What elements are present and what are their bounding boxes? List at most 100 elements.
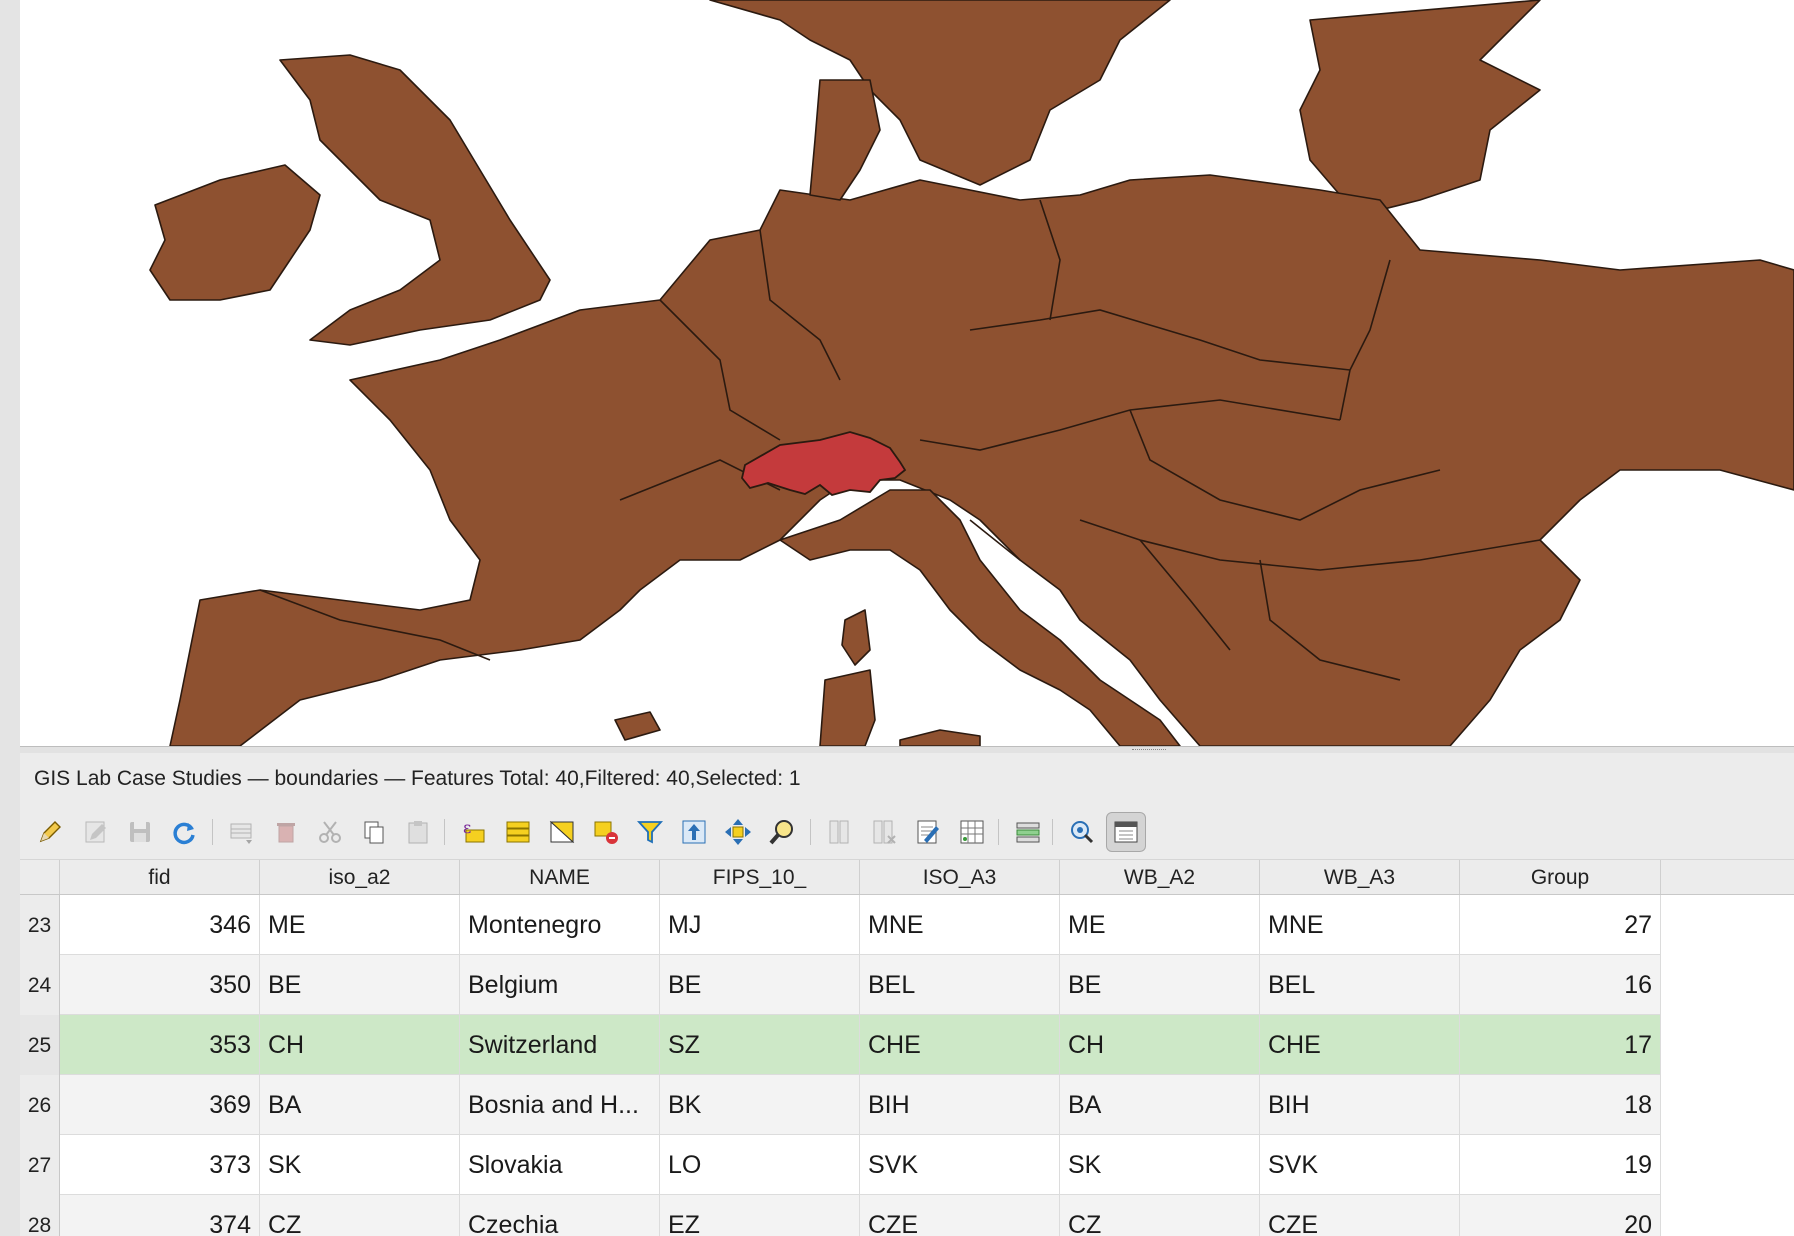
cut-features-button[interactable] — [310, 812, 350, 852]
cell-fips-10[interactable]: BK — [660, 1075, 860, 1135]
cell-group[interactable]: 18 — [1460, 1075, 1661, 1135]
toggle-editing-button[interactable] — [30, 812, 70, 852]
cell-fips-10[interactable]: EZ — [660, 1195, 860, 1236]
save-edits-button[interactable] — [120, 812, 160, 852]
delete-feature-button[interactable] — [266, 812, 306, 852]
actions-button[interactable] — [1062, 812, 1102, 852]
cell-fips-10[interactable]: SZ — [660, 1015, 860, 1075]
conditional-formatting-button[interactable] — [1008, 812, 1048, 852]
cell-iso-a3[interactable]: BIH — [860, 1075, 1060, 1135]
corner-header[interactable] — [20, 860, 60, 894]
cell-name[interactable]: Switzerland — [460, 1015, 660, 1075]
cell-group[interactable]: 19 — [1460, 1135, 1661, 1195]
row-number[interactable]: 24 — [20, 955, 60, 1015]
move-selection-top-button[interactable] — [674, 812, 714, 852]
cell-wb-a2[interactable]: CZ — [1060, 1195, 1260, 1236]
table-row[interactable]: 27 373 SK Slovakia LO SVK SK SVK 19 — [20, 1135, 1661, 1195]
cell-fid[interactable]: 350 — [60, 955, 260, 1015]
cell-group[interactable]: 27 — [1460, 895, 1661, 955]
cell-wb-a3[interactable]: SVK — [1260, 1135, 1460, 1195]
cell-group[interactable]: 17 — [1460, 1015, 1661, 1075]
select-all-button[interactable] — [498, 812, 538, 852]
cell-wb-a2[interactable]: BA — [1060, 1075, 1260, 1135]
cell-wb-a3[interactable]: BIH — [1260, 1075, 1460, 1135]
cell-iso-a2[interactable]: CZ — [260, 1195, 460, 1236]
row-number[interactable]: 25 — [20, 1015, 60, 1075]
cell-fid[interactable]: 369 — [60, 1075, 260, 1135]
row-number[interactable]: 28 — [20, 1195, 60, 1236]
table-row[interactable]: 28 374 CZ Czechia EZ CZE CZ CZE 20 — [20, 1195, 1661, 1236]
select-by-expression-button[interactable]: ε — [454, 812, 494, 852]
cell-wb-a3[interactable]: BEL — [1260, 955, 1460, 1015]
cell-fid[interactable]: 353 — [60, 1015, 260, 1075]
cell-fid[interactable]: 346 — [60, 895, 260, 955]
filter-select-button[interactable] — [630, 812, 670, 852]
cell-fips-10[interactable]: MJ — [660, 895, 860, 955]
cell-group[interactable]: 16 — [1460, 955, 1661, 1015]
cell-fid[interactable]: 374 — [60, 1195, 260, 1236]
map-canvas[interactable] — [20, 0, 1794, 747]
cell-iso-a3[interactable]: MNE — [860, 895, 1060, 955]
cell-fips-10[interactable]: LO — [660, 1135, 860, 1195]
cell-wb-a3[interactable]: MNE — [1260, 895, 1460, 955]
column-header-fid[interactable]: fid — [60, 860, 260, 894]
zoom-to-selection-button[interactable] — [762, 812, 802, 852]
cell-name[interactable]: Czechia — [460, 1195, 660, 1236]
toggle-multi-edit-button[interactable] — [76, 812, 116, 852]
cell-wb-a3[interactable]: CZE — [1260, 1195, 1460, 1236]
column-header-wb-a3[interactable]: WB_A3 — [1260, 860, 1460, 894]
cell-iso-a2[interactable]: SK — [260, 1135, 460, 1195]
toolbar-separator — [810, 819, 811, 845]
cell-wb-a2[interactable]: CH — [1060, 1015, 1260, 1075]
column-header-iso-a3[interactable]: ISO_A3 — [860, 860, 1060, 894]
column-header-wb-a2[interactable]: WB_A2 — [1060, 860, 1260, 894]
paste-features-button[interactable] — [398, 812, 438, 852]
cell-iso-a2[interactable]: BE — [260, 955, 460, 1015]
cell-iso-a3[interactable]: CZE — [860, 1195, 1060, 1236]
cell-group[interactable]: 20 — [1460, 1195, 1661, 1236]
cell-name[interactable]: Belgium — [460, 955, 660, 1015]
field-calculator-button[interactable] — [952, 812, 992, 852]
table-row[interactable]: 23 346 ME Montenegro MJ MNE ME MNE 27 — [20, 895, 1661, 955]
organize-columns-button[interactable] — [908, 812, 948, 852]
invert-selection-button[interactable] — [542, 812, 582, 852]
add-feature-button[interactable] — [222, 812, 262, 852]
deselect-all-button[interactable] — [586, 812, 626, 852]
attribute-table[interactable]: fid iso_a2 NAME FIPS_10_ ISO_A3 WB_A2 WB… — [20, 860, 1794, 1236]
filter-select-icon — [636, 821, 664, 844]
row-number[interactable]: 27 — [20, 1135, 60, 1195]
cell-iso-a3[interactable]: BEL — [860, 955, 1060, 1015]
cell-wb-a2[interactable]: SK — [1060, 1135, 1260, 1195]
cell-iso-a2[interactable]: BA — [260, 1075, 460, 1135]
column-header-group[interactable]: Group — [1460, 860, 1661, 894]
table-row[interactable]: 24 350 BE Belgium BE BEL BE BEL 16 — [20, 955, 1661, 1015]
cell-iso-a3[interactable]: SVK — [860, 1135, 1060, 1195]
column-header-iso-a2[interactable]: iso_a2 — [260, 860, 460, 894]
cell-wb-a2[interactable]: BE — [1060, 955, 1260, 1015]
delete-field-button[interactable] — [864, 812, 904, 852]
column-header-fips-10[interactable]: FIPS_10_ — [660, 860, 860, 894]
table-row-selected[interactable]: 25 353 CH Switzerland SZ CHE CH CHE 17 — [20, 1015, 1661, 1075]
cell-iso-a2[interactable]: CH — [260, 1015, 460, 1075]
row-number[interactable]: 26 — [20, 1075, 60, 1135]
land-mainland — [169, 174, 1794, 746]
new-field-button[interactable] — [820, 812, 860, 852]
splitter-grip[interactable] — [1132, 749, 1166, 752]
reload-table-button[interactable] — [164, 812, 204, 852]
pan-to-selection-button[interactable] — [718, 812, 758, 852]
dock-table-button[interactable] — [1106, 812, 1146, 852]
cell-wb-a2[interactable]: ME — [1060, 895, 1260, 955]
cell-iso-a2[interactable]: ME — [260, 895, 460, 955]
cell-name[interactable]: Montenegro — [460, 895, 660, 955]
cell-name[interactable]: Slovakia — [460, 1135, 660, 1195]
land-balearic — [614, 711, 661, 741]
cell-name[interactable]: Bosnia and H... — [460, 1075, 660, 1135]
row-number[interactable]: 23 — [20, 895, 60, 955]
table-row[interactable]: 26 369 BA Bosnia and H... BK BIH BA BIH … — [20, 1075, 1661, 1135]
cell-wb-a3[interactable]: CHE — [1260, 1015, 1460, 1075]
column-header-name[interactable]: NAME — [460, 860, 660, 894]
cell-fid[interactable]: 373 — [60, 1135, 260, 1195]
cell-iso-a3[interactable]: CHE — [860, 1015, 1060, 1075]
cell-fips-10[interactable]: BE — [660, 955, 860, 1015]
copy-features-button[interactable] — [354, 812, 394, 852]
